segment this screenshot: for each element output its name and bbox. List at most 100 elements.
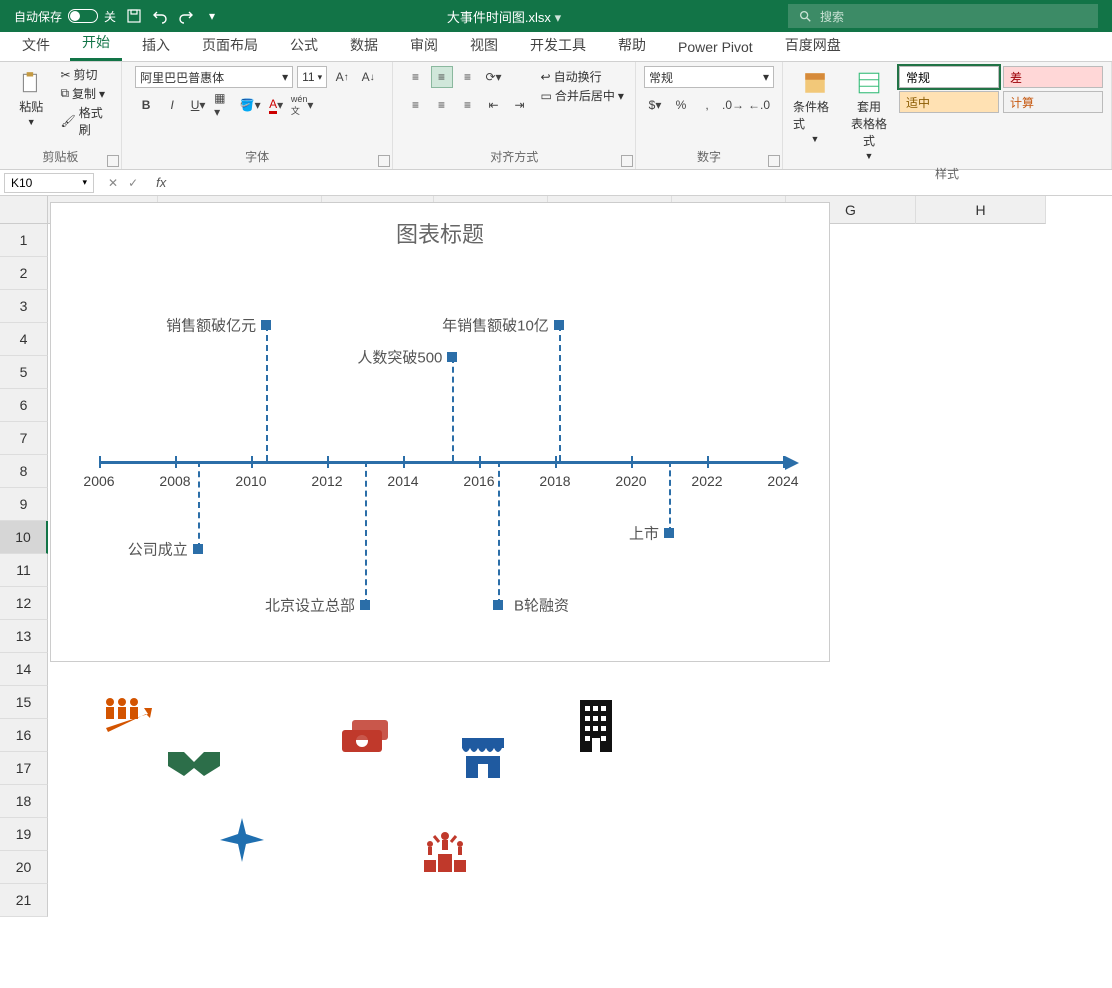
tab-data[interactable]: 数据 bbox=[338, 29, 390, 61]
cut-button[interactable]: ✂剪切 bbox=[60, 66, 112, 83]
align-right-button[interactable]: ≡ bbox=[457, 94, 479, 116]
tab-baidu[interactable]: 百度网盘 bbox=[773, 29, 853, 61]
row-header[interactable]: 13 bbox=[0, 620, 48, 653]
row-header[interactable]: 20 bbox=[0, 851, 48, 884]
money-icon[interactable] bbox=[338, 716, 392, 759]
row-header[interactable]: 2 bbox=[0, 257, 48, 290]
row-header[interactable]: 17 bbox=[0, 752, 48, 785]
accounting-button[interactable]: $▾ bbox=[644, 94, 666, 116]
store-icon[interactable] bbox=[460, 736, 506, 783]
podium-icon[interactable] bbox=[420, 830, 470, 877]
wrap-text-button[interactable]: ↩自动换行 bbox=[541, 68, 624, 85]
number-launcher[interactable] bbox=[768, 155, 780, 167]
underline-button[interactable]: U ▾ bbox=[187, 94, 209, 116]
enter-formula-icon[interactable]: ✓ bbox=[128, 176, 138, 190]
alignment-launcher[interactable] bbox=[621, 155, 633, 167]
timeline-chart[interactable]: 图表标题 20062008201020122014201620182020202… bbox=[50, 202, 830, 662]
tab-view[interactable]: 视图 bbox=[458, 29, 510, 61]
autosave-toggle[interactable]: 自动保存 关 bbox=[14, 8, 116, 25]
row-header[interactable]: 4 bbox=[0, 323, 48, 356]
select-all-corner[interactable] bbox=[0, 196, 48, 224]
conditional-format-button[interactable]: 条件格式▼ bbox=[791, 66, 839, 148]
indent-inc-button[interactable]: ⇥ bbox=[509, 94, 531, 116]
align-left-button[interactable]: ≡ bbox=[405, 94, 427, 116]
align-center-button[interactable]: ≡ bbox=[431, 94, 453, 116]
airplane-icon[interactable] bbox=[218, 816, 266, 867]
comma-button[interactable]: , bbox=[696, 94, 718, 116]
search-input[interactable]: 搜索 bbox=[788, 4, 1098, 28]
building-icon[interactable] bbox=[578, 698, 614, 757]
tab-developer[interactable]: 开发工具 bbox=[518, 29, 598, 61]
phonetic-button[interactable]: wén文▾ bbox=[291, 94, 313, 116]
merge-center-button[interactable]: ▭合并后居中 ▾ bbox=[541, 87, 624, 104]
row-header[interactable]: 6 bbox=[0, 389, 48, 422]
decrease-font-button[interactable]: A↓ bbox=[357, 66, 379, 88]
number-format-combo[interactable]: 常规▾ bbox=[644, 66, 774, 88]
undo-icon[interactable] bbox=[152, 8, 168, 24]
increase-font-button[interactable]: A↑ bbox=[331, 66, 353, 88]
fx-icon[interactable]: fx bbox=[148, 175, 174, 190]
row-header[interactable]: 21 bbox=[0, 884, 48, 917]
row-header[interactable]: 9 bbox=[0, 488, 48, 521]
grid-area[interactable]: ABCDEFGH 图表标题 20062008201020122014201620… bbox=[48, 196, 1112, 988]
row-header[interactable]: 10 bbox=[0, 521, 48, 554]
bold-button[interactable]: B bbox=[135, 94, 157, 116]
style-calc[interactable]: 计算 bbox=[1003, 91, 1103, 113]
format-as-table-button[interactable]: 套用 表格格式▼ bbox=[845, 66, 893, 165]
row-header[interactable]: 14 bbox=[0, 653, 48, 686]
row-header[interactable]: 19 bbox=[0, 818, 48, 851]
border-button[interactable]: ▦ ▾ bbox=[213, 94, 235, 116]
people-growth-icon[interactable] bbox=[100, 694, 154, 741]
row-header[interactable]: 12 bbox=[0, 587, 48, 620]
cancel-formula-icon[interactable]: ✕ bbox=[108, 176, 118, 190]
event-label: B轮融资 bbox=[514, 595, 569, 616]
handshake-icon[interactable] bbox=[166, 746, 222, 783]
dec-decimal-button[interactable]: ←.0 bbox=[748, 94, 770, 116]
inc-decimal-button[interactable]: .0→ bbox=[722, 94, 744, 116]
style-bad[interactable]: 差 bbox=[1003, 66, 1103, 88]
italic-button[interactable]: I bbox=[161, 94, 183, 116]
row-header[interactable]: 1 bbox=[0, 224, 48, 257]
align-middle-button[interactable]: ≡ bbox=[431, 66, 453, 88]
align-bottom-button[interactable]: ≡ bbox=[457, 66, 479, 88]
name-box[interactable]: K10▾ bbox=[4, 173, 94, 193]
format-painter-button[interactable]: 🖌格式刷 bbox=[60, 104, 112, 138]
tab-review[interactable]: 审阅 bbox=[398, 29, 450, 61]
row-header[interactable]: 16 bbox=[0, 719, 48, 752]
fill-color-button[interactable]: 🪣▾ bbox=[239, 94, 261, 116]
group-styles: 条件格式▼ 套用 表格格式▼ 常规 适中 差 计算 样式 bbox=[783, 62, 1112, 169]
tab-page-layout[interactable]: 页面布局 bbox=[190, 29, 270, 61]
font-name-combo[interactable]: 阿里巴巴普惠体▾ bbox=[135, 66, 293, 88]
style-normal[interactable]: 常规 bbox=[899, 66, 999, 88]
merge-icon: ▭ bbox=[541, 89, 552, 103]
event-marker bbox=[193, 544, 203, 554]
row-header[interactable]: 5 bbox=[0, 356, 48, 389]
tab-help[interactable]: 帮助 bbox=[606, 29, 658, 61]
font-size-combo[interactable]: 11▾ bbox=[297, 66, 327, 88]
row-header[interactable]: 8 bbox=[0, 455, 48, 488]
clipboard-launcher[interactable] bbox=[107, 155, 119, 167]
redo-icon[interactable] bbox=[178, 8, 194, 24]
row-header[interactable]: 11 bbox=[0, 554, 48, 587]
indent-dec-button[interactable]: ⇤ bbox=[483, 94, 505, 116]
orientation-button[interactable]: ⟳▾ bbox=[483, 66, 505, 88]
style-good[interactable]: 适中 bbox=[899, 91, 999, 113]
font-color-button[interactable]: A▾ bbox=[265, 94, 287, 116]
row-header[interactable]: 18 bbox=[0, 785, 48, 818]
tab-formulas[interactable]: 公式 bbox=[278, 29, 330, 61]
qat-more-icon[interactable]: ▾ bbox=[204, 8, 220, 24]
column-header[interactable]: H bbox=[916, 196, 1046, 224]
tab-powerpivot[interactable]: Power Pivot bbox=[666, 33, 765, 61]
row-header[interactable]: 15 bbox=[0, 686, 48, 719]
row-header[interactable]: 3 bbox=[0, 290, 48, 323]
row-header[interactable]: 7 bbox=[0, 422, 48, 455]
save-icon[interactable] bbox=[126, 8, 142, 24]
percent-button[interactable]: % bbox=[670, 94, 692, 116]
paste-button[interactable]: 粘贴 ▼ bbox=[8, 66, 54, 131]
tab-home[interactable]: 开始 bbox=[70, 26, 122, 61]
tab-insert[interactable]: 插入 bbox=[130, 29, 182, 61]
align-top-button[interactable]: ≡ bbox=[405, 66, 427, 88]
font-launcher[interactable] bbox=[378, 155, 390, 167]
tab-file[interactable]: 文件 bbox=[10, 29, 62, 61]
copy-button[interactable]: ⧉复制 ▾ bbox=[60, 85, 112, 102]
